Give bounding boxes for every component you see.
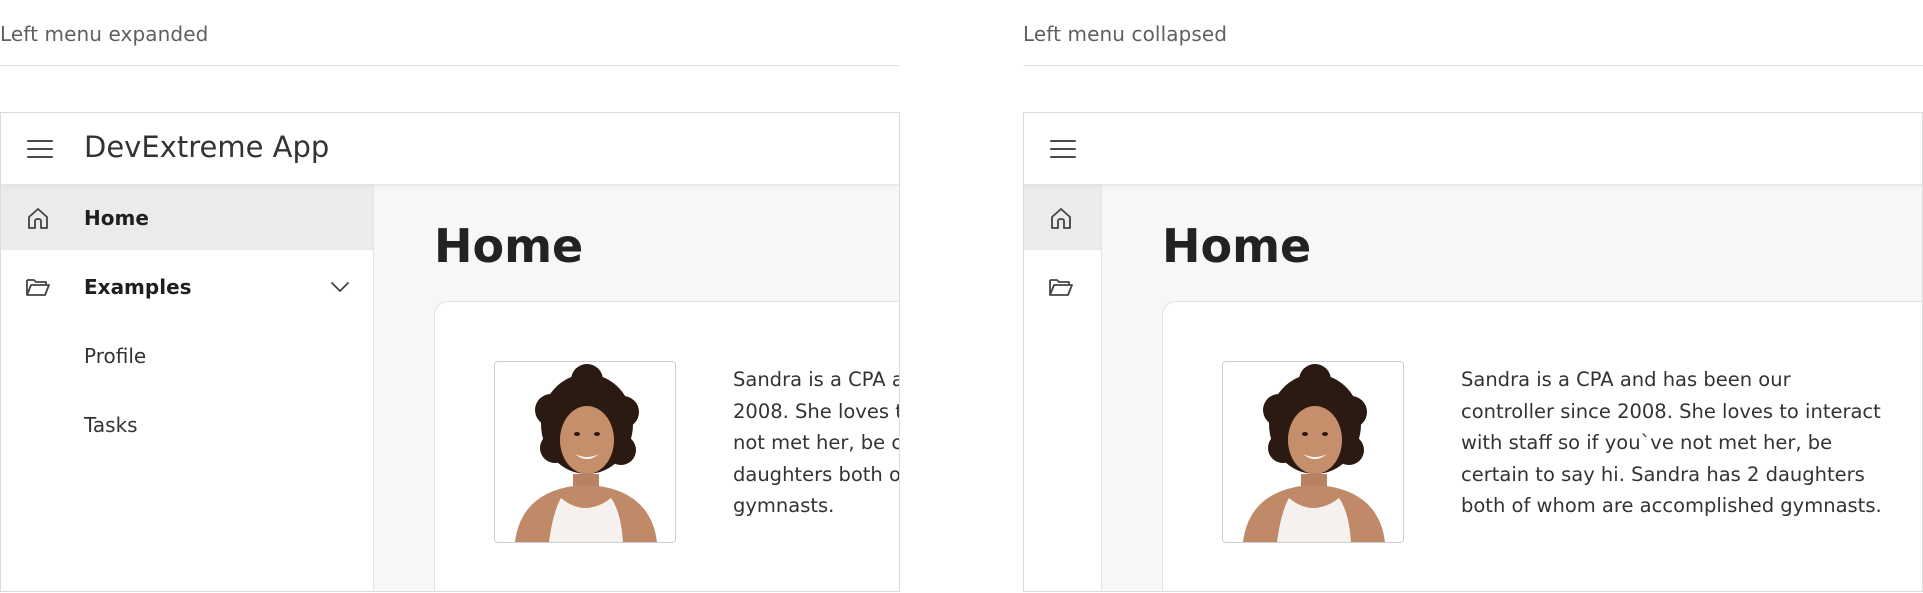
page-title: Home bbox=[434, 219, 584, 273]
bio-line: both of whom are accomplished gymnasts. bbox=[1461, 494, 1882, 517]
bio-line: certain to say hi. Sandra has 2 daughter… bbox=[1461, 462, 1865, 486]
bio-line: 2008. She loves to bbox=[733, 399, 900, 423]
profile-bio: Sandra is a CPA ar 2008. She loves to no… bbox=[733, 364, 900, 522]
profile-bio: Sandra is a CPA and has been our control… bbox=[1461, 364, 1882, 522]
chevron-down-icon[interactable] bbox=[329, 276, 351, 298]
sidebar-item-tasks[interactable]: Tasks bbox=[1, 392, 373, 457]
home-icon bbox=[28, 208, 48, 229]
app-title: DevExtreme App bbox=[84, 130, 330, 164]
sidebar-item-label: Tasks bbox=[84, 413, 138, 437]
folder-open-icon bbox=[1049, 279, 1073, 296]
caption-divider-expanded bbox=[0, 65, 900, 66]
app-window-expanded: DevExtreme App Home Examples Profile Tas… bbox=[0, 112, 900, 592]
sidebar-expanded: Home Examples Profile Tasks bbox=[1, 185, 374, 591]
page-title: Home bbox=[1162, 219, 1312, 273]
sidebar-item-label: Home bbox=[84, 206, 149, 230]
profile-photo bbox=[1222, 361, 1404, 543]
portrait-image bbox=[495, 362, 675, 542]
profile-card: Sandra is a CPA ar 2008. She loves to no… bbox=[434, 301, 900, 591]
bio-line: daughters both of bbox=[733, 462, 900, 486]
bio-line: with staff so if you`ve not met her, be bbox=[1461, 431, 1833, 454]
hamburger-menu-icon bbox=[1050, 140, 1076, 158]
bio-line: Sandra is a CPA and has been our bbox=[1461, 368, 1791, 391]
sidebar-item-examples[interactable] bbox=[1024, 254, 1101, 319]
main-content: Home bbox=[374, 185, 899, 591]
caption-expanded: Left menu expanded bbox=[0, 22, 209, 46]
bio-line: controller since 2008. She loves to inte… bbox=[1461, 399, 1881, 423]
menu-toggle-button[interactable] bbox=[1048, 136, 1078, 162]
bio-line: Sandra is a CPA ar bbox=[733, 368, 900, 391]
caption-collapsed: Left menu collapsed bbox=[1023, 22, 1228, 46]
hamburger-menu-icon bbox=[27, 140, 53, 158]
bio-line: not met her, be ce bbox=[733, 431, 900, 454]
home-icon bbox=[1051, 208, 1071, 229]
folder-open-icon bbox=[26, 279, 50, 296]
sidebar-collapsed bbox=[1024, 185, 1102, 591]
portrait-image bbox=[1223, 362, 1403, 542]
profile-photo bbox=[494, 361, 676, 543]
caption-divider-collapsed bbox=[1023, 65, 1923, 66]
app-header bbox=[1024, 113, 1922, 185]
bio-line: gymnasts. bbox=[733, 494, 835, 517]
sidebar-item-profile[interactable]: Profile bbox=[1, 323, 373, 388]
sidebar-item-label: Examples bbox=[84, 275, 192, 299]
sidebar-item-home[interactable] bbox=[1024, 185, 1101, 250]
main-content: Home bbox=[1102, 185, 1922, 591]
menu-toggle-button[interactable] bbox=[25, 136, 55, 162]
app-window-collapsed: Home Sandra is a CPA and has been our co… bbox=[1023, 112, 1923, 592]
sidebar-item-home[interactable]: Home bbox=[1, 185, 373, 250]
app-header: DevExtreme App bbox=[1, 113, 899, 185]
sidebar-item-label: Profile bbox=[84, 344, 147, 368]
sidebar-item-examples[interactable]: Examples bbox=[1, 254, 373, 319]
profile-card: Sandra is a CPA and has been our control… bbox=[1162, 301, 1922, 591]
